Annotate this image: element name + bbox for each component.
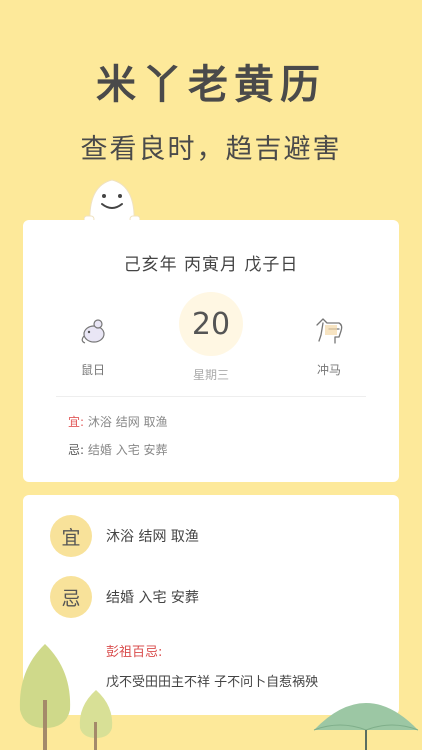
clash-label: 冲马 bbox=[316, 363, 341, 377]
ji-detail-items: 结婚 入宅 安葬 bbox=[106, 590, 199, 606]
yi-badge: 宜 bbox=[50, 515, 92, 557]
tree-icon bbox=[79, 690, 113, 750]
horse-icon bbox=[316, 318, 343, 344]
ji-badge: 忌 bbox=[50, 576, 92, 618]
summary-card: 己亥年 丙寅月 戊子日 鼠日 20 星期三 冲马 宜: 沐浴 结网 取渔 忌: … bbox=[23, 220, 399, 482]
umbrella-icon bbox=[313, 703, 419, 750]
yi-items: 沐浴 结网 取渔 bbox=[87, 415, 168, 429]
yi-summary: 宜: 沐浴 结网 取渔 bbox=[68, 413, 168, 430]
weekday-label: 星期三 bbox=[192, 368, 229, 382]
app-subtitle: 查看良时，趋吉避害 bbox=[80, 134, 342, 165]
divider bbox=[56, 396, 366, 397]
ji-items: 结婚 入宅 安葬 bbox=[87, 443, 168, 457]
clash-zodiac: 冲马 bbox=[299, 315, 359, 378]
yi-detail-items: 沐浴 结网 取渔 bbox=[106, 529, 199, 545]
pengzu-text: 戊不受田田主不祥 子不问卜自惹祸殃 bbox=[106, 675, 319, 690]
tree-icon bbox=[19, 644, 71, 750]
ji-tag: 忌: bbox=[68, 443, 85, 457]
date-display: 20 星期三 bbox=[166, 292, 256, 383]
day-zodiac-label: 鼠日 bbox=[80, 363, 105, 377]
app-title: 米丫老黄历 bbox=[96, 62, 326, 108]
rat-icon bbox=[81, 319, 105, 344]
ji-summary: 忌: 结婚 入宅 安葬 bbox=[68, 441, 168, 458]
yi-tag: 宜: bbox=[68, 415, 85, 429]
pengzu-title: 彭祖百忌: bbox=[106, 645, 163, 660]
ganzhi-date: 己亥年 丙寅月 戊子日 bbox=[123, 255, 299, 275]
day-zodiac: 鼠日 bbox=[63, 315, 123, 378]
date-number: 20 bbox=[179, 292, 243, 356]
